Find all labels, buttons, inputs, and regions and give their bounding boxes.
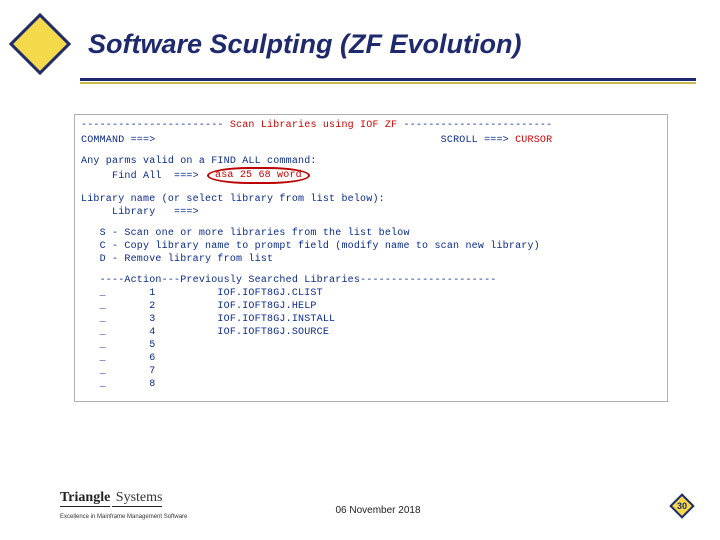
bullet-diamond-icon [9,13,71,75]
terminal-screenshot: ----------------------- Scan Libraries u… [74,114,668,402]
tagline: Excellence in Mainframe Management Softw… [60,514,187,520]
option-s: S - Scan one or more libraries from the … [81,227,661,240]
command-label: COMMAND ===> [81,135,155,146]
list-dash-right: ---------------------- [360,275,496,286]
option-c: C - Copy library name to prompt field (m… [81,240,661,253]
slide-title: Software Sculpting (ZF Evolution) [88,29,521,60]
title-rule [80,78,696,84]
list-header: ----Action---Previously Searched Librari… [81,274,661,287]
dash-left: ----------------------- [81,120,224,131]
scroll-value: CURSOR [515,135,552,146]
list-row: _ 5 [81,339,661,352]
list-dash-left: ----Action--- [81,275,180,286]
page-number-badge: 30 [670,494,694,518]
logo-left: Triangle [60,490,110,507]
list-row: _ 4 IOF.IOFT8GJ.SOURCE [81,326,661,339]
header-center: Scan Libraries using IOF ZF [224,120,404,131]
slide: Software Sculpting (ZF Evolution) ------… [0,0,720,540]
dash-right: ------------------------ [403,120,552,131]
library-label: Library ===> [81,206,661,219]
list-row: _ 1 IOF.IOFT8GJ.CLIST [81,287,661,300]
logo-right: Systems [112,490,162,507]
list-row: _ 7 [81,365,661,378]
library-line: Library name (or select library from lis… [81,193,661,206]
list-row: _ 2 IOF.IOFT8GJ.HELP [81,300,661,313]
company-logo: Triangle Systems [60,488,162,506]
option-d: D - Remove library from list [81,253,661,266]
circled-value: asa 25 68 word [207,167,310,184]
footer-date: 06 November 2018 [335,505,420,516]
parms-line: Any parms valid on a FIND ALL command: [81,155,661,168]
list-header-mid: Previously Searched Libraries [180,275,360,286]
title-row: Software Sculpting (ZF Evolution) [18,22,696,66]
terminal-header: ----------------------- Scan Libraries u… [81,119,661,132]
list-row: _ 6 [81,352,661,365]
find-all-label: Find All ===> [81,171,199,182]
list-row: _ 3 IOF.IOFT8GJ.INSTALL [81,313,661,326]
find-all-row: Find All ===> asa 25 68 word [81,168,661,185]
page-number: 30 [670,494,694,518]
command-row: COMMAND ===> SCROLL ===> CURSOR [81,134,661,147]
scroll-label: SCROLL ===> [441,135,509,146]
footer: Triangle Systems Excellence in Mainframe… [60,470,696,520]
list-row: _ 8 [81,378,661,391]
